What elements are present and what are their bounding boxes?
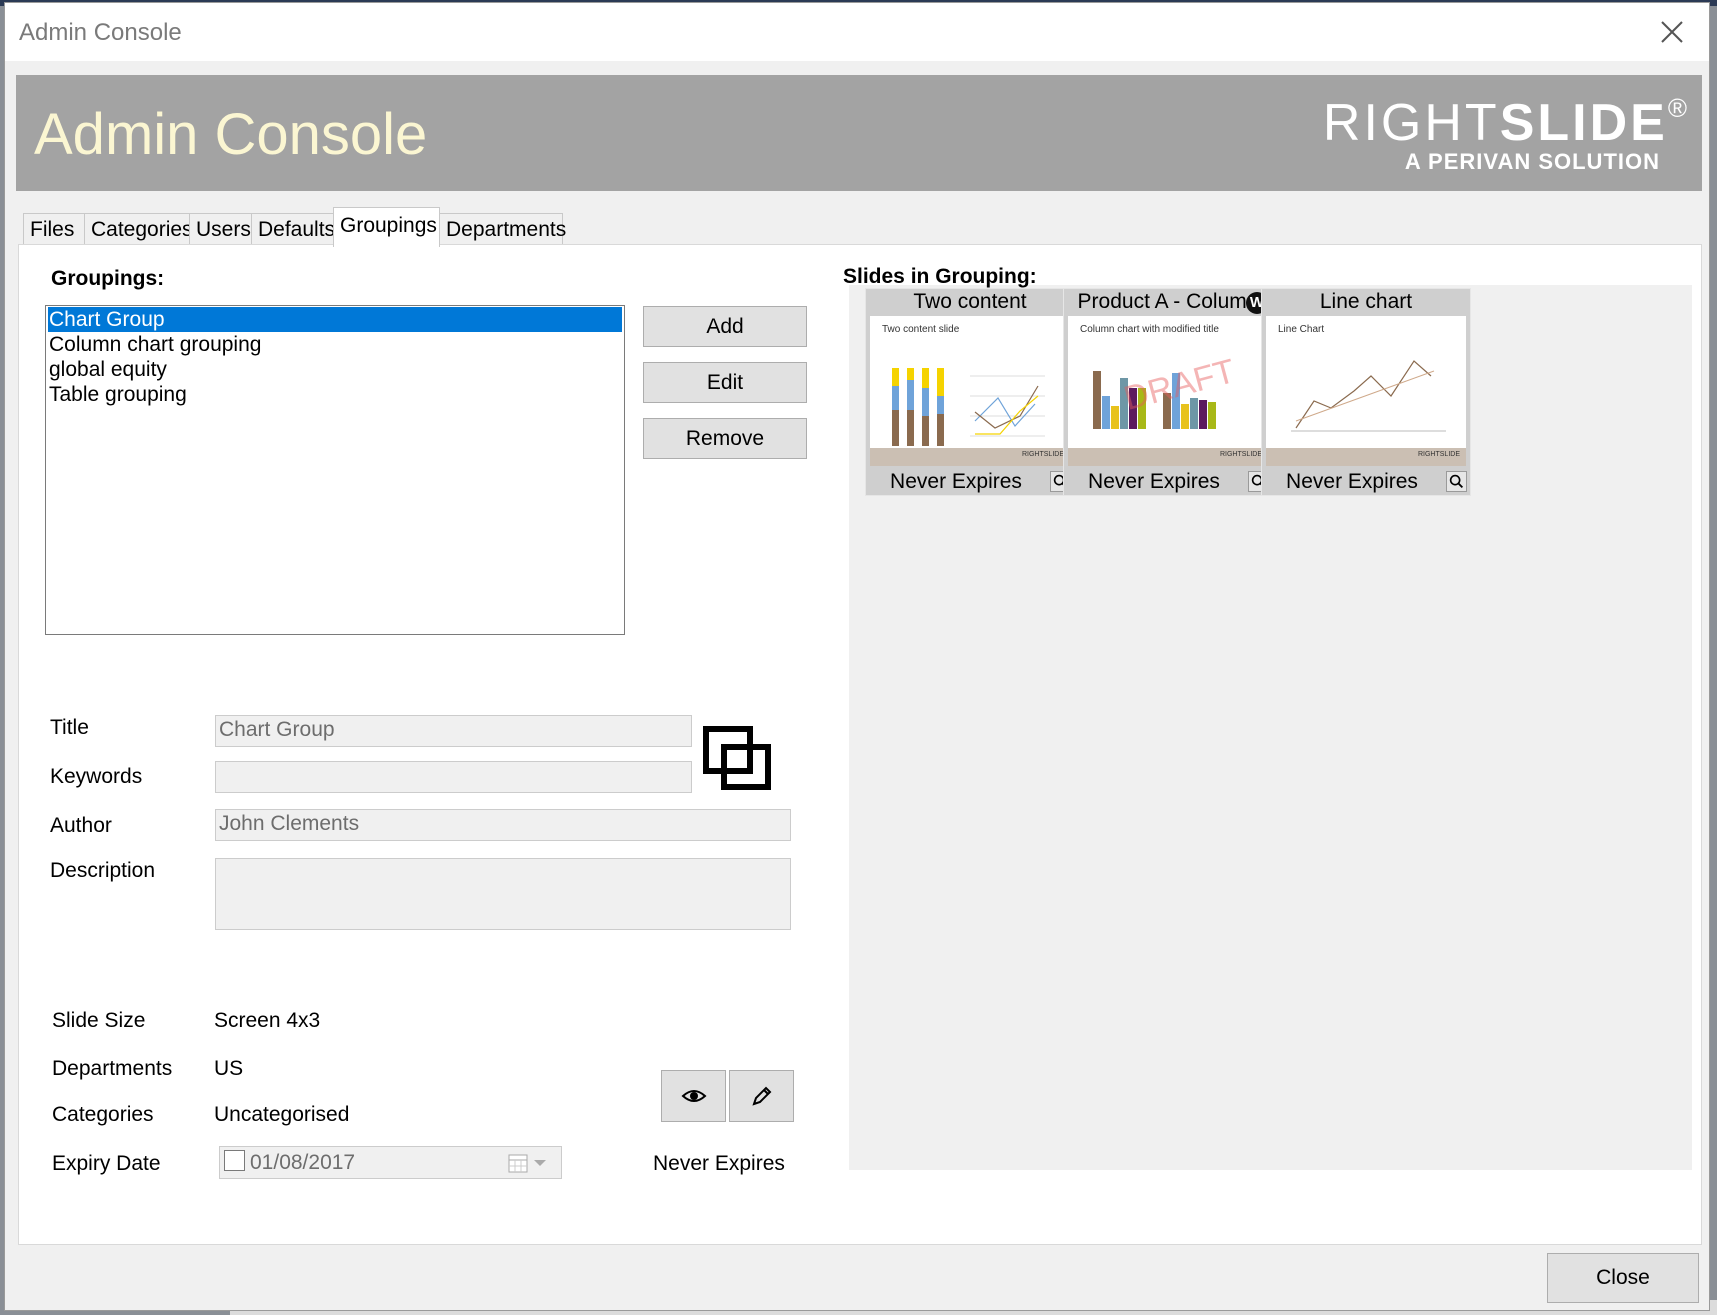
thumbnail-footer: RIGHTSLIDE — [870, 448, 1070, 466]
edit-button[interactable]: Edit — [643, 362, 807, 403]
close-button[interactable]: Close — [1547, 1253, 1699, 1303]
add-button[interactable]: Add — [643, 306, 807, 347]
close-icon[interactable] — [1655, 15, 1689, 49]
title-label: Title — [50, 716, 89, 739]
author-field[interactable]: John Clements — [215, 809, 791, 841]
slide-card-title: Line chart — [1319, 290, 1413, 313]
author-label: Author — [50, 814, 112, 837]
chevron-down-icon[interactable] — [532, 1157, 548, 1169]
window-title: Admin Console — [19, 19, 182, 46]
slides-heading: Slides in Grouping: — [843, 265, 1037, 288]
slide-card-expiry: Never Expires — [890, 470, 1022, 493]
thumbnail-footer-logo: RIGHTSLIDE — [1417, 451, 1460, 458]
groupings-heading: Groupings: — [51, 267, 165, 290]
header-banner: Admin Console RIGHTSLIDE® A PERIVAN SOLU… — [16, 75, 1702, 191]
expiry-date-value: 01/08/2017 — [250, 1151, 356, 1174]
categories-label: Categories — [52, 1103, 154, 1126]
slide-size-value: Screen 4x3 — [214, 1009, 321, 1032]
slide-card-expiry: Never Expires — [1286, 470, 1418, 493]
slide-thumbnail: Two content slide RIGHTSLIDE — [870, 316, 1070, 466]
keywords-label: Keywords — [50, 765, 143, 788]
logo-registered: ® — [1667, 93, 1690, 123]
slide-card-title: Two content — [913, 290, 1027, 313]
expiry-status: Never Expires — [653, 1152, 785, 1175]
banner-title: Admin Console — [34, 102, 428, 167]
list-item[interactable]: Column chart grouping — [46, 332, 624, 357]
slide-card-expiry: Never Expires — [1088, 470, 1220, 493]
slide-thumbnail: Column chart with modified title DRAFT R… — [1068, 316, 1268, 466]
slide-size-label: Slide Size — [52, 1009, 146, 1032]
slide-thumbnail: Line Chart RIGHTSLIDE — [1266, 316, 1466, 466]
tab-defaults[interactable]: Defaults — [251, 213, 335, 245]
tab-categories[interactable]: Categories — [84, 213, 193, 245]
admin-console-window: Admin Console Admin Console RIGHTSLIDE® … — [4, 2, 1710, 1311]
expiry-date-picker[interactable]: 01/08/2017 — [219, 1146, 562, 1179]
copy-icon[interactable] — [702, 725, 772, 791]
departments-value: US — [214, 1057, 244, 1080]
thumbnail-footer-logo: RIGHTSLIDE — [1021, 451, 1064, 458]
thumbnail-footer-logo: RIGHTSLIDE — [1219, 451, 1262, 458]
expiry-date-label: Expiry Date — [52, 1152, 161, 1175]
logo-bold-text: SLIDE — [1499, 94, 1668, 152]
title-field[interactable]: Chart Group — [215, 715, 692, 747]
eye-icon — [681, 1090, 707, 1102]
tab-users[interactable]: Users — [189, 213, 252, 245]
expiry-date-checkbox[interactable] — [224, 1150, 245, 1171]
description-field[interactable] — [215, 858, 791, 930]
preview-button[interactable] — [661, 1070, 726, 1122]
list-item[interactable]: global equity — [46, 357, 624, 382]
tab-groupings[interactable]: Groupings — [333, 207, 440, 247]
list-item[interactable]: Table grouping — [46, 382, 624, 407]
slide-card-line-chart[interactable]: Line chart Line Chart RIGHTSLIDE Never E… — [1261, 288, 1471, 496]
description-label: Description — [50, 859, 156, 882]
slide-card-title: Product A - Column — [1077, 290, 1259, 313]
edit-slide-button[interactable] — [729, 1070, 794, 1122]
rightslide-logo: RIGHTSLIDE® A PERIVAN SOLUTION — [1323, 93, 1690, 174]
departments-label: Departments — [52, 1057, 173, 1080]
thumbnail-footer: RIGHTSLIDE — [1266, 448, 1466, 466]
thumbnail-chart — [1291, 360, 1446, 432]
pencil-icon — [752, 1086, 772, 1106]
remove-button[interactable]: Remove — [643, 418, 807, 459]
slide-card-two-content[interactable]: Two content Two content slide RIGHTSLIDE… — [865, 288, 1075, 496]
title-bar: Admin Console — [5, 3, 1709, 61]
magnifier-icon[interactable] — [1446, 471, 1467, 492]
groupings-list[interactable]: Chart Group Column chart grouping global… — [45, 305, 625, 635]
logo-light-text: RIGHT — [1322, 94, 1500, 152]
calendar-icon[interactable] — [508, 1153, 528, 1173]
thumbnail-chart — [892, 368, 1045, 446]
slides-in-grouping-area: Two content Two content slide RIGHTSLIDE… — [849, 285, 1692, 1170]
tab-files[interactable]: Files — [23, 213, 85, 245]
thumbnail-footer: RIGHTSLIDE — [1068, 448, 1268, 466]
logo-subtitle: A PERIVAN SOLUTION — [1404, 149, 1660, 174]
tab-departments[interactable]: Departments — [439, 213, 566, 245]
keywords-field[interactable] — [215, 761, 692, 793]
list-item[interactable]: Chart Group — [48, 307, 622, 332]
categories-value: Uncategorised — [214, 1103, 350, 1126]
slide-card-product-a-column[interactable]: Product A - Column W Column chart with m… — [1063, 288, 1273, 496]
